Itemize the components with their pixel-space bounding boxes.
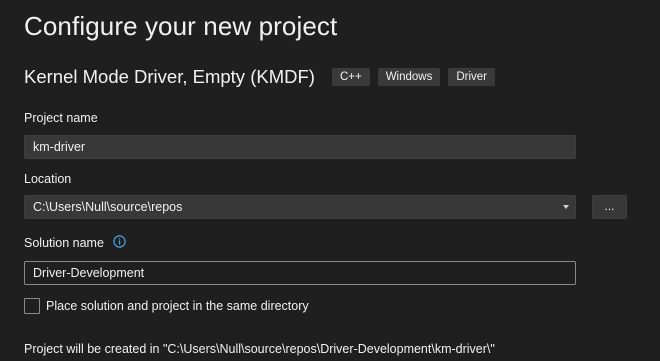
project-name-input[interactable]: km-driver (24, 135, 576, 159)
location-label: Location (24, 172, 72, 186)
project-name-label: Project name (24, 111, 98, 125)
solution-name-label: Solution name (24, 236, 104, 250)
tag-language: C++ (331, 68, 370, 86)
template-header: Kernel Mode Driver, Empty (KMDF) C++ Win… (24, 66, 503, 88)
solution-name-label-row: Solution name (24, 235, 127, 251)
configure-project-page: Configure your new project Kernel Mode D… (0, 0, 660, 361)
solution-name-input[interactable]: Driver-Development (24, 261, 576, 285)
page-title: Configure your new project (24, 11, 338, 41)
same-directory-checkbox[interactable] (24, 298, 40, 314)
location-combobox[interactable]: C:\Users\Null\source\repos (24, 195, 576, 219)
template-name: Kernel Mode Driver, Empty (KMDF) (24, 66, 315, 87)
chevron-down-icon[interactable] (563, 205, 569, 209)
location-value: C:\Users\Null\source\repos (33, 200, 183, 214)
project-path-note: Project will be created in "C:\Users\Nul… (24, 342, 495, 356)
same-directory-label[interactable]: Place solution and project in the same d… (46, 299, 309, 313)
tag-project-type: Driver (448, 68, 496, 86)
browse-location-button[interactable]: ... (592, 195, 627, 219)
info-icon[interactable] (113, 235, 127, 251)
tag-platform: Windows (377, 68, 441, 86)
